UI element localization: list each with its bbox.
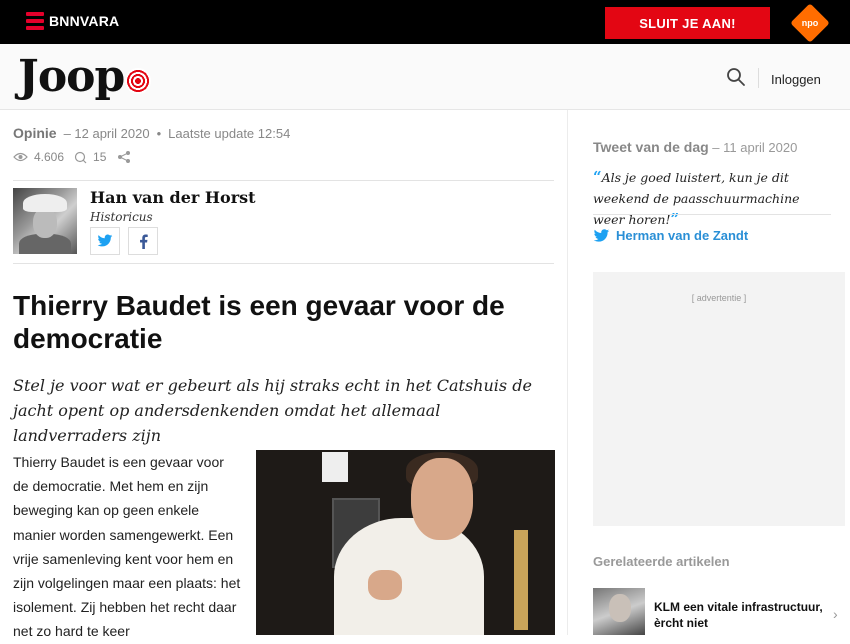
- site-header: Joop Inloggen: [0, 44, 850, 110]
- twitter-share-button[interactable]: [90, 227, 120, 255]
- update-time: Laatste update 12:54: [168, 125, 291, 141]
- tweet-author-link[interactable]: Herman van de Zandt: [593, 228, 748, 243]
- related-article-thumbnail: [593, 588, 645, 635]
- related-article-item[interactable]: KLM een vitale infrastructuur, èrcht nie…: [593, 588, 845, 635]
- search-icon[interactable]: [726, 67, 746, 87]
- chevron-right-icon: ›: [833, 606, 838, 622]
- section-label[interactable]: Opinie: [13, 125, 57, 141]
- article-lead: Stel je voor wat er gebeurt als hij stra…: [13, 376, 532, 445]
- tweet-quote[interactable]: “Als je goed luistert, kun je dit weeken…: [593, 167, 831, 230]
- tweet-of-day-label: Tweet van de dag: [593, 139, 709, 155]
- bnnvara-brand: BNNVARA: [49, 13, 120, 29]
- facebook-icon: [139, 233, 148, 249]
- twitter-icon: [593, 228, 610, 242]
- bullet-separator: •: [156, 125, 162, 141]
- target-logo-icon: [125, 68, 152, 94]
- eye-icon: [13, 152, 28, 162]
- article-image[interactable]: [256, 450, 555, 635]
- divider-tweet: [593, 214, 831, 215]
- publish-date: – 12 april 2020: [63, 125, 150, 141]
- npo-logo[interactable]: npo: [790, 3, 830, 43]
- bnnvara-mark-icon: [26, 11, 44, 31]
- open-quote-icon: “: [593, 168, 602, 186]
- logo-text: Joop: [18, 51, 125, 102]
- author-role: Historicus: [90, 210, 153, 224]
- bnnvara-logo[interactable]: BNNVARA: [26, 11, 119, 31]
- author-name[interactable]: Han van der Horst: [90, 188, 256, 207]
- related-articles-header: Gerelateerde artikelen: [593, 554, 730, 569]
- divider-top: [13, 180, 554, 181]
- tweet-text: Als je goed luistert, kun je dit weekend…: [593, 170, 800, 227]
- view-count: 4.606: [34, 150, 65, 164]
- joop-logo[interactable]: Joop: [18, 50, 152, 104]
- share-icon[interactable]: [117, 150, 131, 164]
- tweet-author-name: Herman van de Zandt: [616, 228, 749, 243]
- login-link[interactable]: Inloggen: [771, 72, 821, 87]
- article-meta: Opinie – 12 april 2020 • Laatste update …: [13, 125, 290, 141]
- advertisement-slot[interactable]: [ advertentie ]: [593, 272, 845, 526]
- join-button[interactable]: SLUIT JE AAN!: [605, 7, 770, 39]
- npo-label: npo: [801, 18, 819, 28]
- ad-label: [ advertentie ]: [691, 293, 747, 303]
- column-divider: [567, 110, 568, 635]
- author-avatar[interactable]: [13, 188, 77, 254]
- divider-author: [13, 263, 554, 264]
- comment-count[interactable]: 15: [93, 150, 106, 164]
- article-title: Thierry Baudet is een gevaar voor de dem…: [13, 290, 505, 354]
- article-body: Thierry Baudet is een gevaar voor de dem…: [13, 454, 241, 640]
- top-bar: BNNVARA SLUIT JE AAN! npo: [0, 0, 850, 44]
- facebook-share-button[interactable]: [128, 227, 158, 255]
- tweet-date: – 11 april 2020: [712, 140, 798, 155]
- article-stats: 4.606 15: [13, 150, 131, 164]
- twitter-icon: [97, 234, 113, 247]
- tweet-of-day-header: Tweet van de dag – 11 april 2020: [593, 139, 797, 155]
- close-quote-icon: ”: [670, 210, 680, 228]
- related-article-title: KLM een vitale infrastructuur, èrcht nie…: [654, 600, 823, 630]
- comment-icon[interactable]: [74, 151, 87, 164]
- header-divider: [758, 68, 759, 88]
